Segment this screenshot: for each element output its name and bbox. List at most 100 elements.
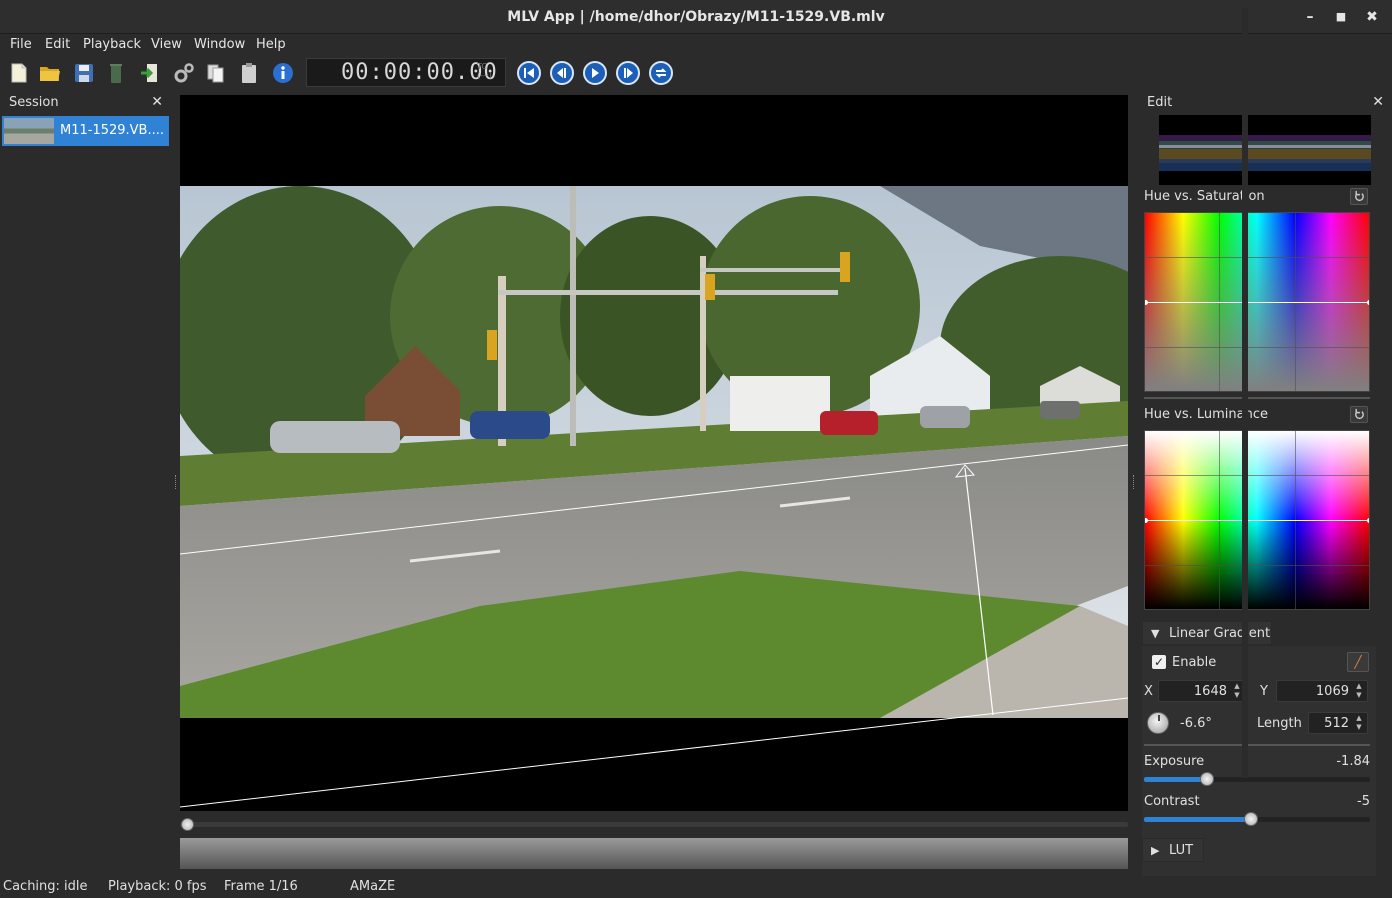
delete-icon[interactable] bbox=[104, 61, 128, 85]
section-divider bbox=[1144, 397, 1370, 399]
menu-edit[interactable]: Edit bbox=[45, 37, 70, 52]
contrast-label: Contrast bbox=[1144, 794, 1200, 809]
menu-file[interactable]: File bbox=[10, 37, 32, 52]
x-label: X bbox=[1144, 684, 1153, 699]
y-value: 1069 bbox=[1315, 684, 1349, 699]
length-value: 512 bbox=[1324, 716, 1349, 731]
playback-status: Playback: 0 fps bbox=[108, 879, 207, 894]
close-session-panel-button[interactable]: ✕ bbox=[151, 94, 163, 110]
hue-vs-saturation-curve[interactable] bbox=[1144, 212, 1370, 392]
enable-label: Enable bbox=[1172, 655, 1217, 670]
curve-point-right[interactable] bbox=[1367, 300, 1369, 305]
reset-icon[interactable] bbox=[1350, 188, 1368, 205]
angle-dial[interactable] bbox=[1147, 712, 1169, 734]
clip-name: M11-1529.VB.... bbox=[60, 123, 165, 138]
status-bar: Caching: idle Playback: 0 fps Frame 1/16… bbox=[0, 876, 1392, 898]
lut-title: LUT bbox=[1169, 843, 1194, 858]
timeline-handle[interactable] bbox=[181, 818, 194, 831]
contrast-fill bbox=[1144, 817, 1252, 822]
timeline-track bbox=[180, 822, 1128, 827]
enable-checkbox[interactable]: ✓ bbox=[1152, 655, 1166, 669]
length-spinbox[interactable]: 512 ▲ ▼ bbox=[1308, 712, 1368, 734]
draw-gradient-button[interactable]: ╱ bbox=[1347, 652, 1369, 672]
frame-status: Frame 1/16 bbox=[224, 879, 298, 894]
edit-panel: Edit ✕ Hue vs. Saturation Hue vs. Lumina… bbox=[1138, 92, 1392, 876]
spin-arrows-icon[interactable]: ▲ ▼ bbox=[1353, 714, 1365, 732]
info-icon[interactable] bbox=[271, 61, 295, 85]
saturation-curve-line bbox=[1145, 302, 1369, 303]
spin-arrows-icon[interactable]: ▲ ▼ bbox=[1353, 682, 1365, 700]
curve-point-right[interactable] bbox=[1367, 518, 1369, 523]
clip-thumbnail bbox=[4, 118, 54, 144]
skip-to-start-icon[interactable] bbox=[517, 61, 541, 85]
exposure-label: Exposure bbox=[1144, 754, 1205, 769]
angle-value: -6.6° bbox=[1180, 716, 1212, 731]
x-value: 1648 bbox=[1193, 684, 1227, 699]
length-label: Length bbox=[1257, 716, 1302, 731]
window-title: MLV App | /home/dhor/Obrazy/M11-1529.VB.… bbox=[507, 9, 885, 25]
minimize-button[interactable]: – bbox=[1301, 8, 1319, 26]
timecode-value: 00:00:00.00 bbox=[341, 60, 498, 85]
close-window-button[interactable]: ✖ bbox=[1363, 8, 1381, 26]
exposure-handle[interactable] bbox=[1200, 772, 1215, 786]
y-label: Y bbox=[1260, 684, 1268, 699]
save-icon[interactable] bbox=[72, 61, 96, 85]
menu-bar: File Edit Playback View Window Help bbox=[0, 34, 1392, 56]
debayer-status: AMaZE bbox=[350, 879, 396, 894]
close-edit-panel-button[interactable]: ✕ bbox=[1372, 94, 1384, 110]
session-panel: Session ✕ M11-1529.VB.... bbox=[0, 92, 171, 872]
session-clip-item[interactable]: M11-1529.VB.... bbox=[2, 116, 169, 146]
y-spinbox[interactable]: 1069 ▲ ▼ bbox=[1276, 680, 1368, 702]
open-folder-icon[interactable] bbox=[38, 61, 62, 85]
left-splitter-handle[interactable] bbox=[175, 475, 178, 489]
menu-view[interactable]: View bbox=[151, 37, 182, 52]
session-panel-header: Session ✕ bbox=[0, 92, 171, 112]
paste-icon[interactable] bbox=[237, 61, 261, 85]
session-title: Session bbox=[9, 95, 59, 110]
collapse-triangle-icon: ▼ bbox=[1151, 627, 1160, 640]
audio-waveform bbox=[180, 838, 1128, 869]
timecode-label: TC (---) bbox=[477, 62, 492, 80]
timecode-display: 00:00:00.00 TC (---) bbox=[306, 58, 506, 87]
exposure-slider[interactable] bbox=[1144, 772, 1370, 786]
exposure-fill bbox=[1144, 777, 1208, 782]
curve-point-left[interactable] bbox=[1145, 300, 1148, 305]
toolbar bbox=[0, 56, 1392, 90]
linear-gradient-title: Linear Gradient bbox=[1169, 626, 1271, 641]
copy-icon[interactable] bbox=[204, 61, 228, 85]
menu-help[interactable]: Help bbox=[256, 37, 286, 52]
new-session-icon[interactable] bbox=[7, 61, 31, 85]
play-icon[interactable] bbox=[583, 61, 607, 85]
expand-triangle-icon: ▶ bbox=[1151, 844, 1160, 857]
gradient-overlay[interactable] bbox=[180, 95, 1128, 811]
video-viewer[interactable] bbox=[180, 95, 1128, 811]
edit-title: Edit bbox=[1147, 95, 1173, 110]
loop-icon[interactable] bbox=[649, 61, 673, 85]
linear-gradient-header[interactable]: ▼ Linear Gradient bbox=[1142, 621, 1272, 645]
previous-frame-icon[interactable] bbox=[550, 61, 574, 85]
luminance-curve-line bbox=[1145, 520, 1369, 521]
lut-header[interactable]: ▶ LUT bbox=[1142, 838, 1204, 862]
edit-panel-header: Edit ✕ bbox=[1138, 92, 1392, 112]
maximize-button[interactable]: ■ bbox=[1332, 8, 1350, 26]
title-bar: MLV App | /home/dhor/Obrazy/M11-1529.VB.… bbox=[0, 0, 1392, 34]
timeline-slider[interactable] bbox=[180, 818, 1128, 831]
reset-icon[interactable] bbox=[1350, 406, 1368, 423]
hue-vs-luminance-label: Hue vs. Luminance bbox=[1144, 407, 1268, 422]
next-frame-icon[interactable] bbox=[616, 61, 640, 85]
hue-vs-luminance-curve[interactable] bbox=[1144, 430, 1370, 610]
contrast-value: -5 bbox=[1357, 794, 1370, 809]
curve-point-left[interactable] bbox=[1145, 518, 1148, 523]
contrast-handle[interactable] bbox=[1244, 812, 1259, 826]
histogram bbox=[1159, 115, 1371, 185]
contrast-slider[interactable] bbox=[1144, 812, 1370, 826]
x-spinbox[interactable]: 1648 ▲ ▼ bbox=[1158, 680, 1246, 702]
menu-window[interactable]: Window bbox=[194, 37, 245, 52]
export-icon[interactable] bbox=[138, 61, 162, 85]
pencil-icon: ╱ bbox=[1354, 655, 1362, 669]
caching-status: Caching: idle bbox=[3, 879, 88, 894]
edit-scrollbar[interactable] bbox=[1242, 8, 1248, 778]
menu-playback[interactable]: Playback bbox=[83, 37, 141, 52]
settings-icon[interactable] bbox=[172, 61, 196, 85]
right-splitter-handle[interactable] bbox=[1133, 475, 1136, 489]
